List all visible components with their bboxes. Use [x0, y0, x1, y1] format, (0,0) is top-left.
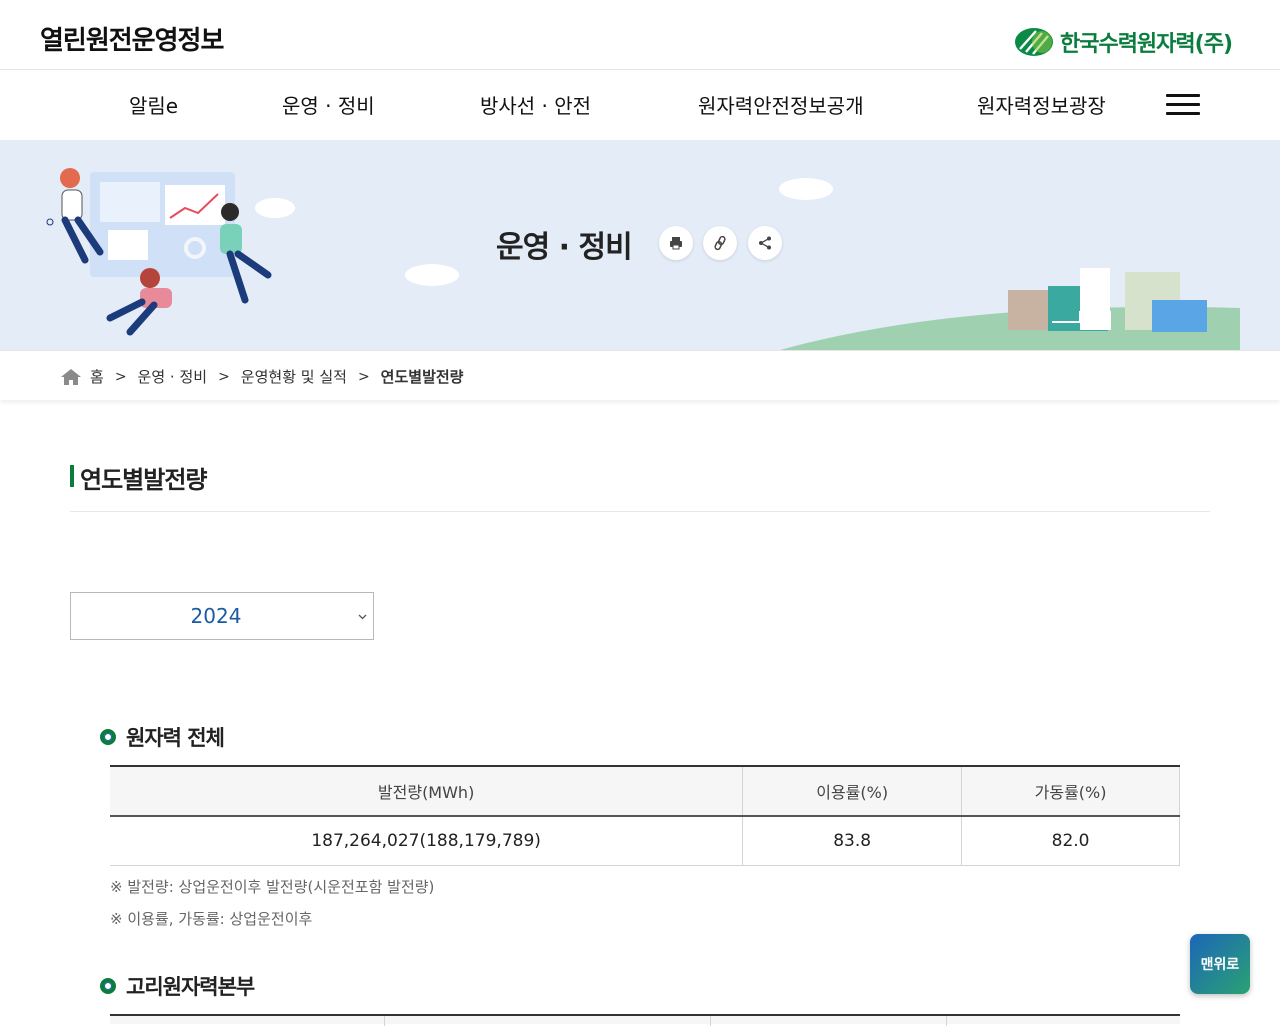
bullet-icon: [100, 978, 116, 994]
link-icon: [714, 235, 726, 251]
brand-logo[interactable]: 한국수력원자력(주): [1014, 26, 1233, 58]
site-title[interactable]: 열린원전운영정보: [40, 20, 224, 57]
page-heading: 연도별발전량: [70, 460, 1210, 512]
team-illustration: [46, 168, 295, 336]
top-header: 열린원전운영정보 한국수력원자력(주): [0, 0, 1280, 70]
nav-item-nuclear-info[interactable]: 원자력정보광장: [977, 90, 1106, 119]
bullet-icon: [100, 729, 116, 745]
breadcrumb: 홈 > 운영 · 정비 > 운영현황 및 실적 > 연도별발전량: [0, 350, 1280, 400]
breadcrumb-item-status[interactable]: 운영현황 및 실적: [241, 366, 347, 387]
khnp-logo-icon: [1014, 28, 1053, 56]
section-heading: 고리원자력본부: [100, 971, 255, 1001]
back-to-top-button[interactable]: 맨위로: [1190, 934, 1250, 994]
main-nav: 알림e 운영 · 정비 방사선 · 안전 원자력안전정보공개 원자력정보광장: [0, 70, 1280, 140]
breadcrumb-item-current[interactable]: 연도별발전량: [381, 366, 464, 387]
page-title: 연도별발전량: [80, 466, 207, 494]
generation-table: 발전량(MWh) 이용률(%) 가동률(%) 187,264,027(188,1…: [110, 765, 1180, 866]
share-icon: [759, 236, 771, 250]
nav-item-operation[interactable]: 운영 · 정비: [282, 90, 375, 119]
breadcrumb-home[interactable]: 홈: [90, 366, 104, 387]
year-select[interactable]: 2024: [70, 592, 374, 640]
breadcrumb-item-operation[interactable]: 운영 · 정비: [138, 366, 208, 387]
table-cell: 82.0: [961, 816, 1180, 866]
table-header-row: 발전량(MWh) 이용률(%) 가동률(%): [110, 766, 1180, 817]
print-button[interactable]: [659, 226, 693, 260]
section-title: 원자력 전체: [126, 726, 225, 750]
cloud-decoration: [779, 178, 833, 200]
section-heading: 원자력 전체: [100, 722, 225, 752]
table-cell: 187,264,027(188,179,789): [110, 816, 744, 866]
column-header: 발전량(MWh): [110, 766, 744, 817]
nav-item-radiation-safety[interactable]: 방사선 · 안전: [480, 90, 591, 119]
section-title: 고리원자력본부: [126, 975, 255, 999]
copy-link-button[interactable]: [703, 226, 737, 260]
table-cell: 83.8: [742, 816, 963, 866]
breadcrumb-separator: >: [218, 368, 230, 385]
hamburger-icon[interactable]: [1166, 94, 1200, 116]
banner-title: 운영 · 정비: [496, 230, 633, 265]
breadcrumb-separator: >: [357, 368, 370, 385]
nav-item-notice[interactable]: 알림e: [129, 90, 178, 119]
title-accent-bar: [70, 465, 74, 487]
brand-name: 한국수력원자력(주): [1059, 32, 1233, 57]
home-icon[interactable]: [60, 368, 82, 386]
column-header: 가동률(%): [961, 766, 1180, 817]
share-button[interactable]: [748, 226, 782, 260]
year-select-value: 2024: [190, 604, 242, 628]
table-note: ※ 발전량: 상업운전이후 발전량(시운전포함 발전량): [110, 878, 435, 896]
plant-illustration: [780, 268, 1240, 350]
breadcrumb-separator: >: [114, 368, 127, 385]
column-header: 이용률(%): [742, 766, 963, 817]
print-icon: [670, 237, 682, 250]
kori-table-header: [110, 1014, 1180, 1026]
chevron-down-icon: [358, 614, 367, 620]
table-row: 187,264,027(188,179,789) 83.8 82.0: [110, 816, 1180, 866]
page-banner: 운영 · 정비: [0, 140, 1280, 350]
table-note: ※ 이용률, 가동률: 상업운전이후: [110, 910, 313, 928]
cloud-decoration: [405, 264, 459, 286]
nav-item-safety-disclosure[interactable]: 원자력안전정보공개: [698, 90, 864, 119]
